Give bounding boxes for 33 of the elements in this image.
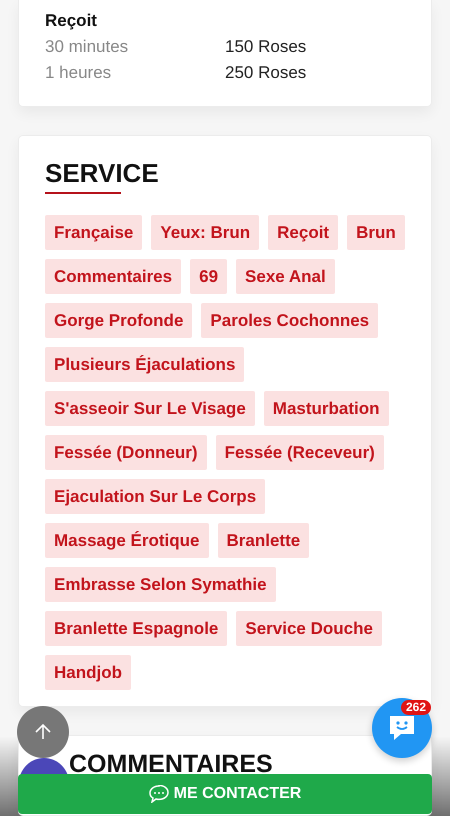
sms-icon xyxy=(148,785,169,803)
notification-badge: 262 xyxy=(401,700,432,715)
service-tag: Handjob xyxy=(45,655,131,690)
service-tag: Gorge Profonde xyxy=(45,303,192,338)
service-tag: Fessée (Donneur) xyxy=(45,435,207,470)
chat-smile-icon xyxy=(387,713,417,743)
service-tag: Reçoit xyxy=(268,215,338,250)
service-tag: Sexe Anal xyxy=(236,259,335,294)
service-tag: Fessée (Receveur) xyxy=(216,435,384,470)
duration-text: 30 minutes xyxy=(45,36,130,58)
service-tag: Embrasse Selon Symathie xyxy=(45,567,276,602)
rates-title: Reçoit xyxy=(45,10,98,32)
service-tag: Branlette xyxy=(218,523,310,558)
service-tag: S'asseoir Sur Le Visage xyxy=(45,391,255,426)
service-tag: Masturbation xyxy=(264,391,389,426)
price-text: 250 Roses xyxy=(225,62,306,84)
service-tag: Yeux: Brun xyxy=(151,215,260,250)
section-title: SERVICE xyxy=(45,158,160,188)
service-tag: 69 xyxy=(190,259,228,294)
scroll-top-button[interactable] xyxy=(17,706,69,758)
service-tag: Plusieurs Éjaculations xyxy=(45,347,244,382)
contact-button[interactable]: ME CONTACTER xyxy=(18,774,432,814)
service-tag: Branlette Espagnole xyxy=(45,611,228,646)
service-tag: Brun xyxy=(347,215,405,250)
service-tag: Massage Érotique xyxy=(45,523,208,558)
service-tag: Française xyxy=(45,215,142,250)
service-tag: Commentaires xyxy=(45,259,182,294)
arrow-up-icon xyxy=(34,723,52,741)
service-tag: Ejaculation Sur Le Corps xyxy=(45,479,266,514)
service-tag: Service Douche xyxy=(236,611,382,646)
service-tag: Paroles Cochonnes xyxy=(201,303,378,338)
price-text: 150 Roses xyxy=(225,36,306,58)
duration-text: 1 heures xyxy=(45,62,112,84)
